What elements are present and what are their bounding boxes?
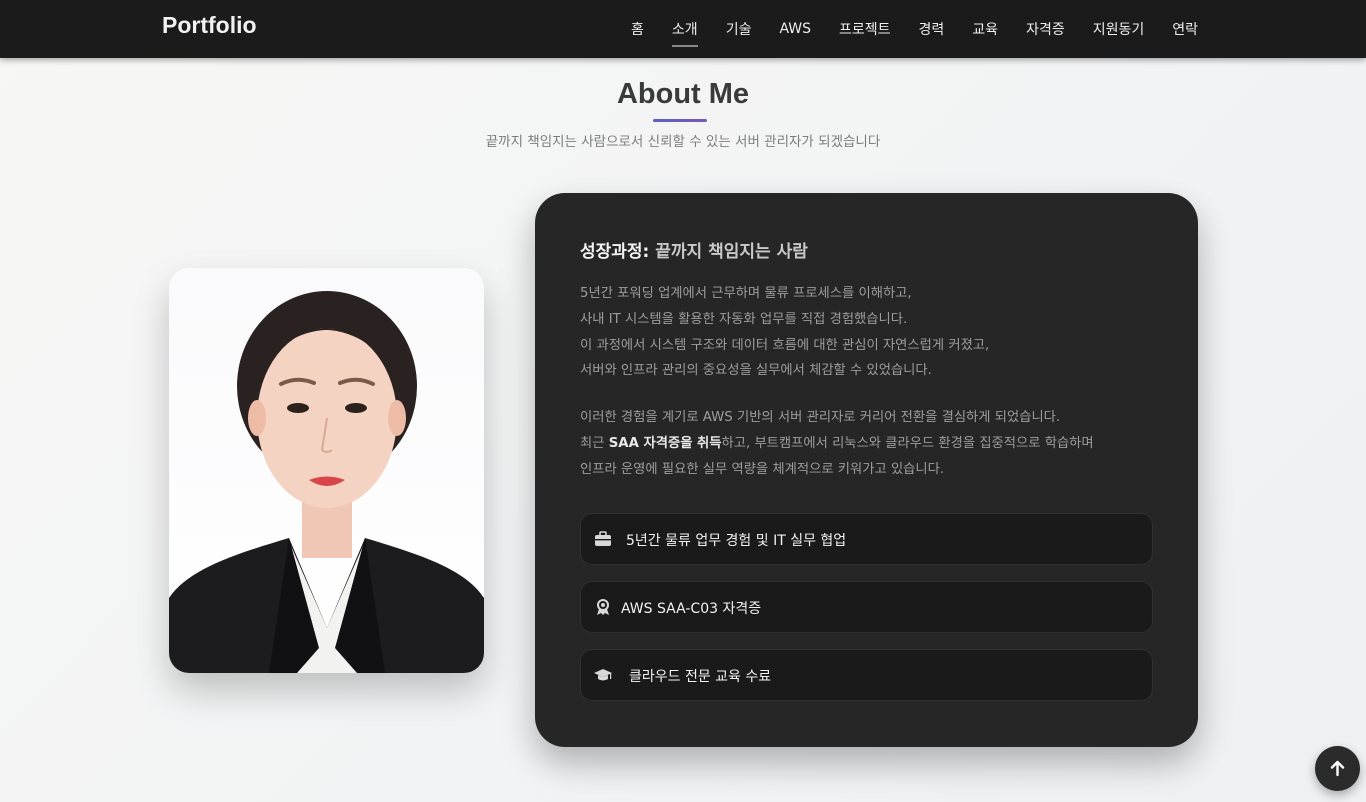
nav-item-certificates[interactable]: 자격증 xyxy=(1026,19,1065,39)
paragraph-line: 서버와 인프라 관리의 중요성을 실무에서 체감할 수 있었습니다. xyxy=(580,363,932,379)
card-heading-accent: 끝까지 책임지는 사람 xyxy=(655,242,808,262)
paragraph-line: 이 과정에서 시스템 구조와 데이터 흐름에 대한 관심이 자연스럽게 커졌고, xyxy=(580,337,990,353)
card-heading-prefix: 성장과정: xyxy=(580,242,656,262)
brand-logo[interactable]: Portfolio xyxy=(162,12,257,39)
navbar: Portfolio 홈 소개 기술 AWS 프로젝트 경력 교육 자격증 지원동… xyxy=(0,0,1366,58)
feature-label: AWS SAA-C03 자격증 xyxy=(621,601,762,617)
feature-item-experience: 5년간 물류 업무 경험 및 IT 실무 협업 xyxy=(580,513,1153,565)
nav-item-motivation[interactable]: 지원동기 xyxy=(1093,19,1145,39)
briefcase-icon xyxy=(595,531,611,546)
feature-item-education: 클라우드 전문 교육 수료 xyxy=(580,649,1153,701)
section-title: About Me xyxy=(616,78,750,110)
paragraph-line: 5년간 포워딩 업계에서 근무하며 물류 프로세스를 이해하고, xyxy=(580,286,912,301)
paragraph-text: 최근 xyxy=(580,435,609,451)
card-heading: 성장과정: 끝까지 책임지는 사람 xyxy=(580,237,808,262)
paragraph-line: 최근 SAA 자격증을 취득하고, 부트캠프에서 리눅스와 클라우드 환경을 집… xyxy=(580,431,1094,457)
paragraph-text: 하고, 부트캠프에서 리눅스와 클라우드 환경을 집중적으로 학습하며 xyxy=(721,435,1094,451)
graduation-cap-icon xyxy=(594,669,612,681)
nav-item-aws[interactable]: AWS xyxy=(779,21,811,37)
title-underline xyxy=(653,119,707,122)
arrow-up-icon xyxy=(1330,760,1345,777)
paragraph-line: 사내 IT 시스템을 활용한 자동화 업무를 직접 경험했습니다. xyxy=(580,311,908,327)
nav-item-projects[interactable]: 프로젝트 xyxy=(839,19,891,39)
profile-photo-illustration xyxy=(169,268,484,673)
feature-item-certificate: AWS SAA-C03 자격증 xyxy=(580,581,1153,633)
highlight-certificate: SAA 자격증을 취득 xyxy=(608,435,722,451)
nav-item-about[interactable]: 소개 xyxy=(671,19,698,47)
feature-label: 클라우드 전문 교육 수료 xyxy=(629,669,772,685)
nav-menu: 홈 소개 기술 AWS 프로젝트 경력 교육 자격증 지원동기 연락 xyxy=(603,0,1198,58)
intro-paragraph-1: 5년간 포워딩 업계에서 근무하며 물류 프로세스를 이해하고, 사내 IT 시… xyxy=(580,281,989,384)
nav-item-skills[interactable]: 기술 xyxy=(726,19,752,39)
profile-photo xyxy=(169,268,484,673)
nav-item-contact[interactable]: 연락 xyxy=(1172,19,1198,39)
intro-paragraph-2: 이러한 경험을 계기로 AWS 기반의 서버 관리자로 커리어 전환을 결심하게… xyxy=(580,405,1094,482)
award-icon xyxy=(597,599,609,615)
paragraph-line: 이러한 경험을 계기로 AWS 기반의 서버 관리자로 커리어 전환을 결심하게… xyxy=(580,410,1061,425)
about-card: 성장과정: 끝까지 책임지는 사람 5년간 포워딩 업계에서 근무하며 물류 프… xyxy=(535,193,1198,747)
scroll-top-button[interactable] xyxy=(1315,746,1360,791)
nav-item-home[interactable]: 홈 xyxy=(631,19,644,39)
feature-label: 5년간 물류 업무 경험 및 IT 실무 협업 xyxy=(626,533,847,549)
nav-item-experience[interactable]: 경력 xyxy=(919,19,945,39)
paragraph-line: 인프라 운영에 필요한 실무 역량을 체계적으로 키워가고 있습니다. xyxy=(580,461,945,477)
section-subtitle: 끝까지 책임지는 사람으로서 신뢰할 수 있는 서버 관리자가 되겠습니다 xyxy=(485,134,881,150)
nav-item-education[interactable]: 교육 xyxy=(972,19,998,39)
